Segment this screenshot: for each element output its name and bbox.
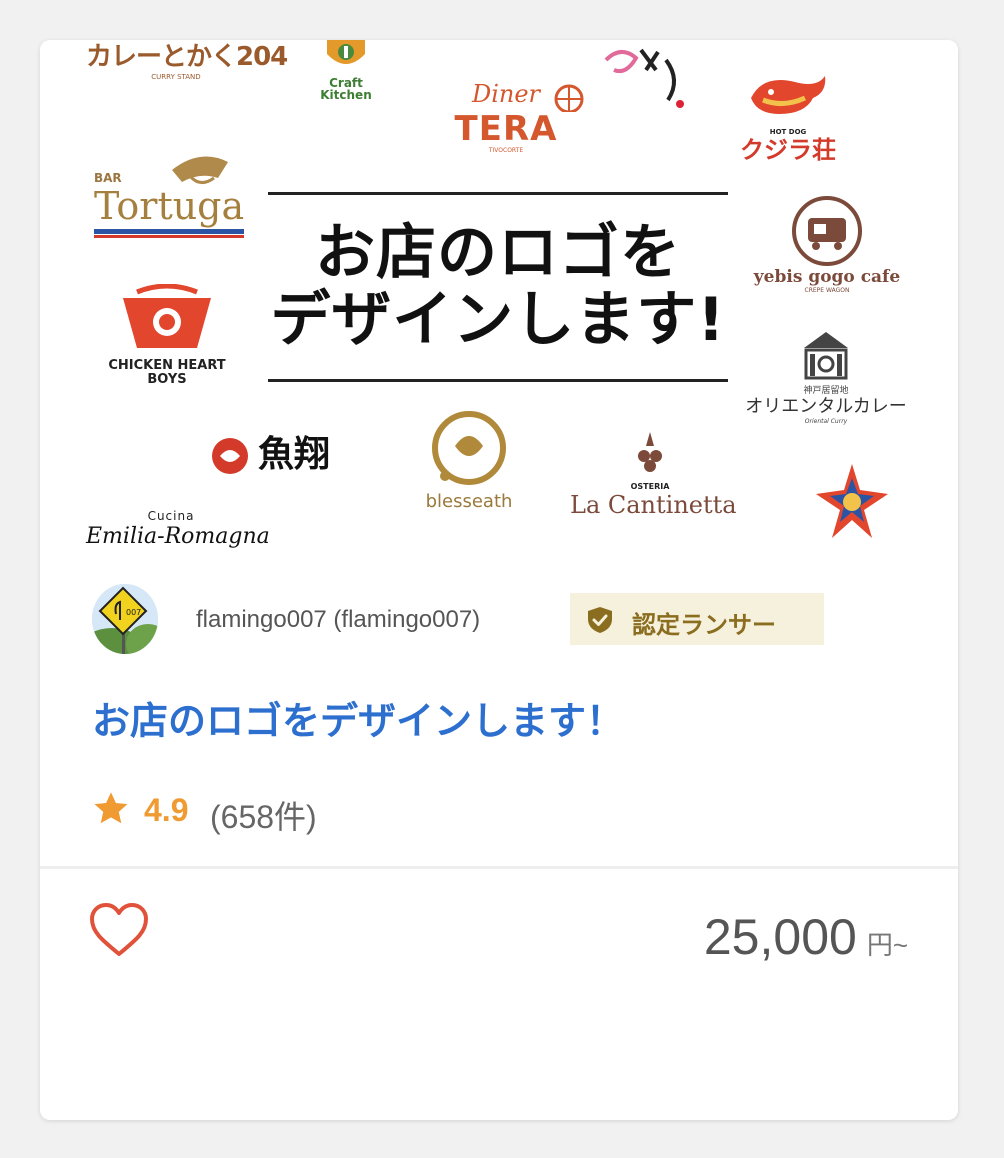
badge-label: 認定ランサー [632,611,776,639]
logo-craft-kitchen: Craft Kitchen [308,40,384,101]
seller-name[interactable]: flamingo007 (flamingo007) [196,606,480,634]
thumbnail-headline: お店のロゴを デザインします! [268,192,728,382]
price-unit: 円~ [866,930,908,960]
avatar-sign-text: 007 [126,608,141,617]
building-icon [804,332,848,380]
certified-lancer-badge: 認定ランサー [570,593,824,645]
red-seal-icon [212,438,248,474]
card-divider [40,866,958,869]
logo-kujira: HOT DOG クジラ荘 [726,68,850,162]
logo-pink-calligraphy [596,40,696,120]
review-count: (658件) [210,799,317,835]
logo-chicken-heart-boys: CHICKEN HEART BOYS [92,283,242,386]
logo-blesseath: blesseath [414,408,524,511]
seller-avatar[interactable]: 007 [92,584,158,654]
mandala-icon [816,464,888,538]
logo-yebis-gogo-cafe: yebis gogo cafe CREPE WAGON [744,196,910,294]
avatar-road-sign-image: 007 [92,584,158,654]
logo-la-cantinetta: OSTERIA La Cantinetta [570,428,737,517]
rating-value: 4.9 [144,792,189,828]
favorite-button[interactable] [88,902,150,958]
thumbnail-headline-line-1: お店のロゴを [315,217,681,288]
service-title[interactable]: お店のロゴをデザインします！ [92,690,912,745]
rating: 4.9 (658件) [92,788,492,835]
logo-uoshou: 魚翔 [208,418,358,488]
shield-check-icon [588,607,612,633]
thumbnail-headline-line-2: デザインします! [270,285,726,355]
price: 25,000 円~ [704,908,908,966]
service-thumbnail[interactable]: カレーとかく204 CURRY STAND Craft Kitchen Dine… [40,40,958,552]
grapes-bird-icon [638,432,662,472]
logo-cucina-emilia-romagna: Cucina Emilia-Romagna [86,509,270,549]
price-amount: 25,000 [703,909,857,965]
calligraphy-mark-icon [604,48,684,108]
heart-outline-icon [90,903,148,956]
swirl-emblem-icon [432,411,506,485]
star-icon [94,792,128,824]
bowl-icon [123,283,211,348]
crepe-wagon-icon [792,196,862,266]
logo-diner-tera: Diner TERA TIVOCORTE [426,82,586,154]
craft-kitchen-emblem-icon [327,40,365,64]
whale-icon [751,76,826,114]
seller-info: 007 flamingo007 (flamingo007) 認定ランサー [92,584,952,656]
logo-mandala [810,460,894,550]
logo-curry-stand: カレーとかく204 CURRY STAND [86,42,288,81]
globe-icon [554,84,584,112]
logo-oriental-curry: 神戸居留地 オリエンタルカレー Oriental Curry [738,328,914,425]
service-card[interactable]: カレーとかく204 CURRY STAND Craft Kitchen Dine… [40,40,958,1120]
logo-tortuga: BAR Tortuga [94,148,244,238]
